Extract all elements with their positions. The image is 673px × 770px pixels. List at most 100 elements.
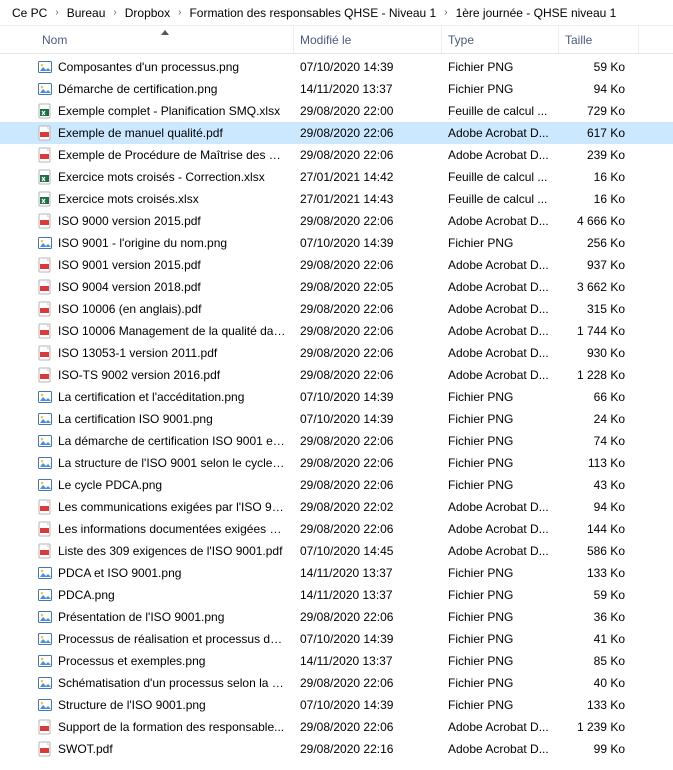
column-header-name[interactable]: Nom: [36, 26, 294, 53]
file-row[interactable]: ISO 9000 version 2015.pdf29/08/2020 22:0…: [0, 210, 673, 232]
file-size: 3 662 Ko: [559, 280, 631, 294]
file-type: Adobe Acrobat D...: [442, 346, 559, 360]
file-name: SWOT.pdf: [58, 742, 294, 756]
file-type: Adobe Acrobat D...: [442, 500, 559, 514]
file-size: 144 Ko: [559, 522, 631, 536]
file-name: ISO 9001 - l'origine du nom.png: [58, 236, 294, 250]
file-row[interactable]: La démarche de certification ISO 9001 et…: [0, 430, 673, 452]
file-type: Adobe Acrobat D...: [442, 368, 559, 382]
file-row[interactable]: Exercice mots croisés.xlsx27/01/2021 14:…: [0, 188, 673, 210]
file-size: 36 Ko: [559, 610, 631, 624]
file-row[interactable]: ISO-TS 9002 version 2016.pdf29/08/2020 2…: [0, 364, 673, 386]
file-size: 40 Ko: [559, 676, 631, 690]
pdf-file-icon: [36, 543, 54, 559]
file-name: Composantes d'un processus.png: [58, 60, 294, 74]
file-row[interactable]: Structure de l'ISO 9001.png07/10/2020 14…: [0, 694, 673, 716]
file-name: Les informations documentées exigées p..…: [58, 522, 294, 536]
file-size: 256 Ko: [559, 236, 631, 250]
file-type: Fichier PNG: [442, 654, 559, 668]
breadcrumb[interactable]: Ce PC›Bureau›Dropbox›Formation des respo…: [0, 0, 673, 26]
file-name: Structure de l'ISO 9001.png: [58, 698, 294, 712]
file-name: ISO 9004 version 2018.pdf: [58, 280, 294, 294]
column-header-modified[interactable]: Modifié le: [294, 26, 442, 53]
file-row[interactable]: Exemple de Procédure de Maîtrise des do.…: [0, 144, 673, 166]
file-type: Adobe Acrobat D...: [442, 302, 559, 316]
file-row[interactable]: Exercice mots croisés - Correction.xlsx2…: [0, 166, 673, 188]
file-name: ISO 9001 version 2015.pdf: [58, 258, 294, 272]
breadcrumb-item[interactable]: Bureau: [63, 4, 110, 22]
pdf-file-icon: [36, 741, 54, 757]
file-row[interactable]: SWOT.pdf29/08/2020 22:16Adobe Acrobat D.…: [0, 738, 673, 760]
png-file-icon: [36, 675, 54, 691]
file-name: Exemple complet - Planification SMQ.xlsx: [58, 104, 294, 118]
file-name: Exercice mots croisés - Correction.xlsx: [58, 170, 294, 184]
column-header-size[interactable]: Taille: [559, 26, 639, 53]
file-size: 133 Ko: [559, 566, 631, 580]
pdf-file-icon: [36, 345, 54, 361]
png-file-icon: [36, 235, 54, 251]
file-name: Schématisation d'un processus selon la d…: [58, 676, 294, 690]
file-row[interactable]: Exemple complet - Planification SMQ.xlsx…: [0, 100, 673, 122]
file-type: Fichier PNG: [442, 632, 559, 646]
file-row[interactable]: Liste des 309 exigences de l'ISO 9001.pd…: [0, 540, 673, 562]
file-name: PDCA et ISO 9001.png: [58, 566, 294, 580]
file-modified: 29/08/2020 22:05: [294, 280, 442, 294]
pdf-file-icon: [36, 301, 54, 317]
file-modified: 29/08/2020 22:06: [294, 324, 442, 338]
png-file-icon: [36, 477, 54, 493]
file-row[interactable]: Support de la formation des responsable.…: [0, 716, 673, 738]
file-size: 74 Ko: [559, 434, 631, 448]
file-row[interactable]: ISO 9001 version 2015.pdf29/08/2020 22:0…: [0, 254, 673, 276]
file-row[interactable]: Exemple de manuel qualité.pdf29/08/2020 …: [0, 122, 673, 144]
file-name: Exercice mots croisés.xlsx: [58, 192, 294, 206]
file-modified: 29/08/2020 22:06: [294, 302, 442, 316]
file-row[interactable]: PDCA.png14/11/2020 13:37Fichier PNG59 Ko: [0, 584, 673, 606]
file-row[interactable]: ISO 13053-1 version 2011.pdf29/08/2020 2…: [0, 342, 673, 364]
file-row[interactable]: Les communications exigées par l'ISO 90.…: [0, 496, 673, 518]
file-row[interactable]: Processus et exemples.png14/11/2020 13:3…: [0, 650, 673, 672]
column-header-type[interactable]: Type: [442, 26, 559, 53]
file-row[interactable]: Démarche de certification.png14/11/2020 …: [0, 78, 673, 100]
file-size: 41 Ko: [559, 632, 631, 646]
file-row[interactable]: Composantes d'un processus.png07/10/2020…: [0, 56, 673, 78]
column-header-name-label: Nom: [42, 33, 67, 47]
file-row[interactable]: Schématisation d'un processus selon la d…: [0, 672, 673, 694]
file-row[interactable]: PDCA et ISO 9001.png14/11/2020 13:37Fich…: [0, 562, 673, 584]
file-type: Adobe Acrobat D...: [442, 522, 559, 536]
file-row[interactable]: La certification ISO 9001.png07/10/2020 …: [0, 408, 673, 430]
file-list[interactable]: Composantes d'un processus.png07/10/2020…: [0, 54, 673, 760]
file-row[interactable]: Processus de réalisation et processus de…: [0, 628, 673, 650]
chevron-right-icon: ›: [178, 7, 181, 18]
file-type: Feuille de calcul ...: [442, 170, 559, 184]
pdf-file-icon: [36, 499, 54, 515]
file-name: ISO-TS 9002 version 2016.pdf: [58, 368, 294, 382]
file-modified: 29/08/2020 22:06: [294, 478, 442, 492]
file-size: 586 Ko: [559, 544, 631, 558]
file-row[interactable]: ISO 10006 Management de la qualité dan..…: [0, 320, 673, 342]
sort-ascending-icon: [160, 25, 170, 39]
file-modified: 29/08/2020 22:06: [294, 148, 442, 162]
breadcrumb-item[interactable]: Formation des responsables QHSE - Niveau…: [185, 4, 440, 22]
pdf-file-icon: [36, 125, 54, 141]
file-row[interactable]: Présentation de l'ISO 9001.png29/08/2020…: [0, 606, 673, 628]
file-row[interactable]: La certification et l'accéditation.png07…: [0, 386, 673, 408]
file-size: 66 Ko: [559, 390, 631, 404]
file-row[interactable]: ISO 10006 (en anglais).pdf29/08/2020 22:…: [0, 298, 673, 320]
file-size: 113 Ko: [559, 456, 631, 470]
file-row[interactable]: Les informations documentées exigées p..…: [0, 518, 673, 540]
png-file-icon: [36, 631, 54, 647]
file-row[interactable]: ISO 9001 - l'origine du nom.png07/10/202…: [0, 232, 673, 254]
breadcrumb-item[interactable]: Dropbox: [121, 4, 174, 22]
png-file-icon: [36, 59, 54, 75]
file-name: La certification ISO 9001.png: [58, 412, 294, 426]
breadcrumb-item[interactable]: Ce PC: [8, 4, 51, 22]
chevron-right-icon: ›: [113, 7, 116, 18]
file-row[interactable]: ISO 9004 version 2018.pdf29/08/2020 22:0…: [0, 276, 673, 298]
file-size: 1 228 Ko: [559, 368, 631, 382]
file-row[interactable]: Le cycle PDCA.png29/08/2020 22:06Fichier…: [0, 474, 673, 496]
xlsx-file-icon: [36, 191, 54, 207]
breadcrumb-item[interactable]: 1ère journée - QHSE niveau 1: [452, 4, 621, 22]
file-name: Liste des 309 exigences de l'ISO 9001.pd…: [58, 544, 294, 558]
file-size: 617 Ko: [559, 126, 631, 140]
file-row[interactable]: La structure de l'ISO 9001 selon le cycl…: [0, 452, 673, 474]
